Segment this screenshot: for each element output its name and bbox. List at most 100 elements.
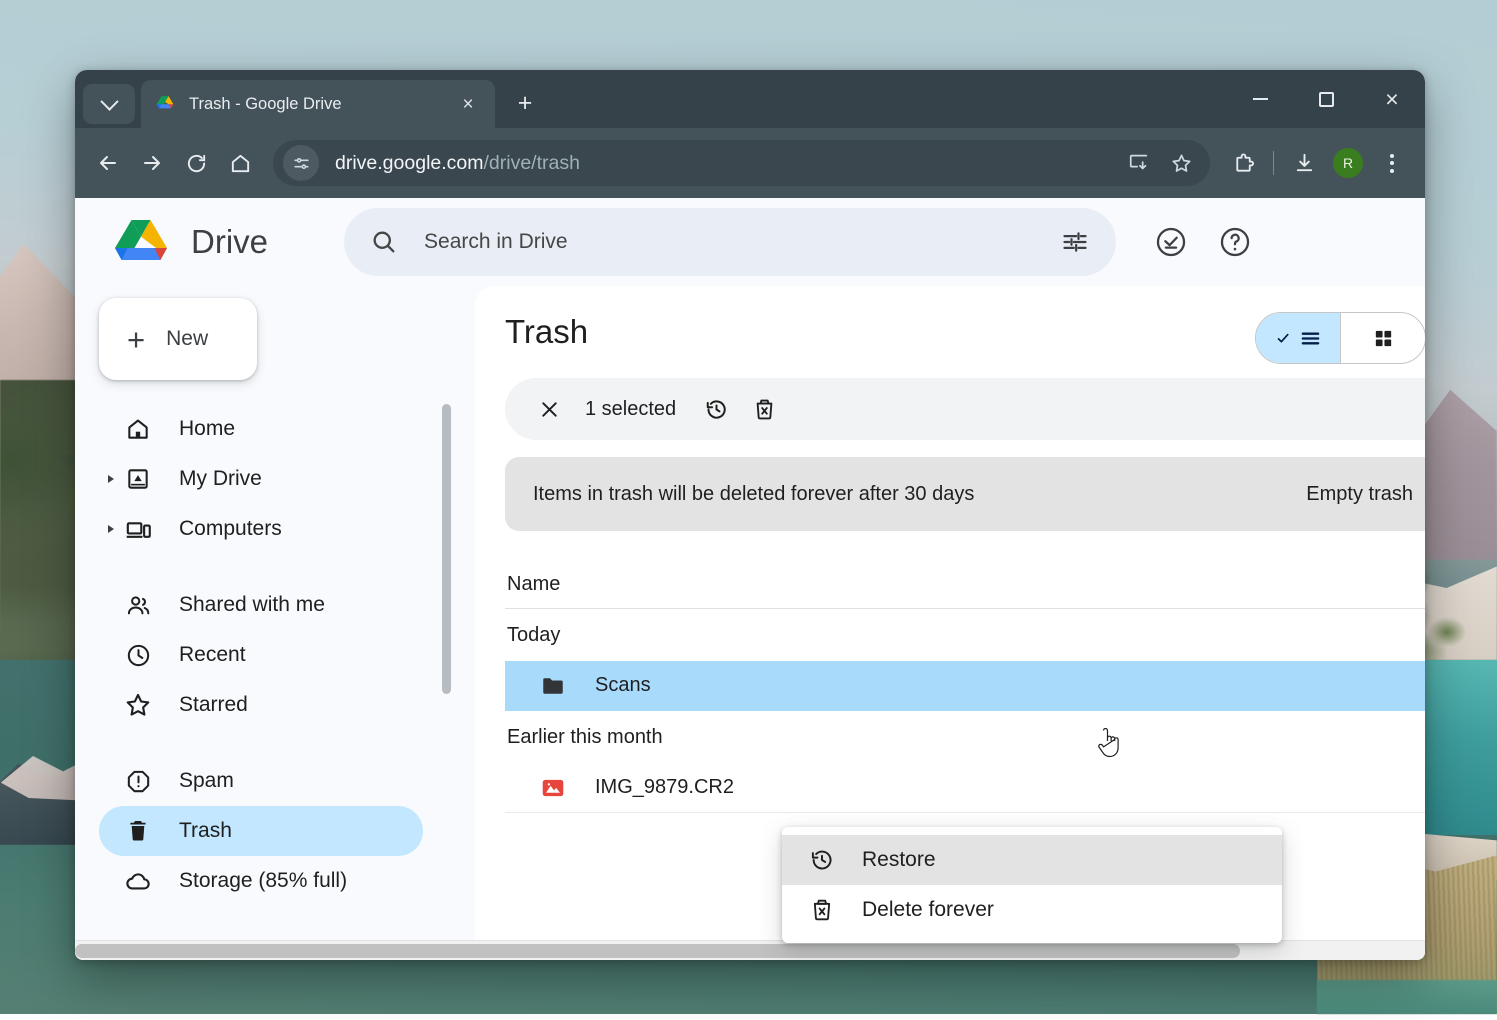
chevron-right-icon[interactable] — [108, 525, 114, 533]
horizontal-scrollbar-thumb[interactable] — [75, 944, 1240, 958]
extensions-button[interactable] — [1222, 142, 1264, 184]
maximize-icon — [1319, 92, 1334, 107]
tab-close-icon[interactable]: × — [455, 91, 481, 117]
file-name: IMG_9879.CR2 — [595, 776, 734, 799]
close-icon: × — [1385, 88, 1398, 111]
avatar: R — [1333, 148, 1363, 178]
home-button[interactable] — [219, 142, 261, 184]
restore-button[interactable] — [694, 387, 738, 431]
wallpaper-water — [1317, 980, 1497, 1014]
sidebar-item-shared-with-me[interactable]: Shared with me — [99, 580, 423, 630]
folder-icon — [539, 672, 567, 700]
empty-trash-button[interactable]: Empty trash — [1306, 483, 1425, 506]
context-menu-label: Restore — [862, 848, 936, 872]
sidebar-item-computers[interactable]: Computers — [99, 504, 423, 554]
browser-tab[interactable]: Trash - Google Drive × — [141, 80, 495, 128]
sidebar: + New Home — [75, 286, 475, 960]
sidebar-item-label: Computers — [179, 517, 282, 541]
sidebar-item-recent[interactable]: Recent — [99, 630, 423, 680]
downloads-button[interactable] — [1283, 142, 1325, 184]
sidebar-item-label: Starred — [179, 693, 248, 717]
chevron-right-icon[interactable] — [108, 475, 114, 483]
people-icon — [123, 590, 153, 620]
google-drive-favicon — [155, 94, 175, 114]
my-drive-icon — [123, 464, 153, 494]
activity-icon[interactable] — [1144, 215, 1198, 269]
page-title: Trash — [505, 313, 588, 351]
column-header-name[interactable]: Name — [507, 573, 560, 596]
context-menu: Restore Delete forever — [782, 827, 1282, 943]
search-input[interactable]: Search in Drive — [344, 208, 1116, 276]
list-view-icon[interactable] — [1256, 313, 1340, 363]
computers-icon — [123, 514, 153, 544]
clear-selection-button[interactable] — [527, 387, 571, 431]
table-row[interactable]: IMG_9879.CR2 — [505, 763, 1425, 813]
sidebar-item-my-drive[interactable]: My Drive — [99, 454, 423, 504]
window-close-button[interactable]: × — [1359, 70, 1425, 128]
address-bar[interactable]: drive.google.com/drive/trash — [273, 140, 1210, 186]
star-icon — [123, 690, 153, 720]
minimize-icon — [1253, 98, 1268, 100]
nav-separator — [99, 554, 475, 580]
file-name: Scans — [595, 674, 651, 697]
tab-title: Trash - Google Drive — [189, 95, 455, 114]
clock-icon — [123, 640, 153, 670]
bookmark-star-button[interactable] — [1160, 142, 1202, 184]
tab-search-button[interactable] — [83, 84, 135, 124]
tune-filter-icon[interactable] — [1050, 217, 1100, 267]
reload-button[interactable] — [175, 142, 217, 184]
browser-menu-button[interactable] — [1371, 142, 1413, 184]
column-headers: Name — [505, 561, 1425, 609]
drive-header: Drive Search in Drive — [75, 198, 1425, 286]
nav-separator — [99, 730, 475, 756]
drive-page: Drive Search in Drive — [75, 198, 1425, 960]
page-title-row: Trash — [505, 286, 1425, 378]
profile-button[interactable]: R — [1327, 142, 1369, 184]
new-tab-button[interactable]: + — [503, 81, 547, 125]
sidebar-item-label: Home — [179, 417, 235, 441]
context-menu-label: Delete forever — [862, 898, 994, 922]
window-controls: × — [1227, 70, 1425, 128]
sidebar-item-spam[interactable]: Spam — [99, 756, 423, 806]
minimize-button[interactable] — [1227, 70, 1293, 128]
help-icon[interactable] — [1208, 215, 1262, 269]
sidebar-item-trash[interactable]: Trash — [99, 806, 423, 856]
sidebar-item-label: My Drive — [179, 467, 262, 491]
toolbar-divider — [1273, 151, 1274, 175]
app-name: Drive — [191, 223, 268, 261]
sidebar-item-storage[interactable]: Storage (85% full) — [99, 856, 423, 906]
delete-forever-button[interactable] — [742, 387, 786, 431]
search-placeholder: Search in Drive — [424, 230, 1050, 254]
horizontal-scrollbar[interactable] — [75, 940, 1425, 960]
view-toggle — [1255, 312, 1425, 364]
sidebar-item-home[interactable]: Home — [99, 404, 423, 454]
new-button[interactable]: + New — [99, 298, 257, 380]
context-menu-item-delete-forever[interactable]: Delete forever — [782, 885, 1282, 935]
restore-icon — [808, 846, 836, 874]
grid-view-icon[interactable] — [1341, 313, 1425, 363]
home-icon — [123, 414, 153, 444]
site-settings-icon[interactable] — [283, 145, 319, 181]
chevron-down-icon — [100, 92, 118, 110]
sidebar-item-starred[interactable]: Starred — [99, 680, 423, 730]
back-button[interactable] — [87, 142, 129, 184]
selection-toolbar: 1 selected — [505, 378, 1425, 440]
banner-text: Items in trash will be deleted forever a… — [533, 483, 974, 506]
install-app-button[interactable] — [1118, 142, 1160, 184]
group-label-today: Today — [505, 609, 1425, 661]
kebab-menu-icon — [1390, 154, 1394, 173]
header-actions — [1134, 215, 1262, 269]
sidebar-item-label: Trash — [179, 819, 232, 843]
sidebar-nav: Home My Drive — [99, 404, 475, 906]
trash-icon — [123, 816, 153, 846]
browser-window: Trash - Google Drive × + × — [75, 70, 1425, 960]
search-icon — [370, 228, 398, 256]
context-menu-item-restore[interactable]: Restore — [782, 835, 1282, 885]
sidebar-item-label: Spam — [179, 769, 234, 793]
maximize-button[interactable] — [1293, 70, 1359, 128]
sidebar-scrollbar[interactable] — [442, 404, 451, 694]
image-file-icon — [539, 774, 567, 802]
forward-button[interactable] — [131, 142, 173, 184]
sidebar-item-label: Shared with me — [179, 593, 325, 617]
table-row[interactable]: Scans — [505, 661, 1425, 711]
